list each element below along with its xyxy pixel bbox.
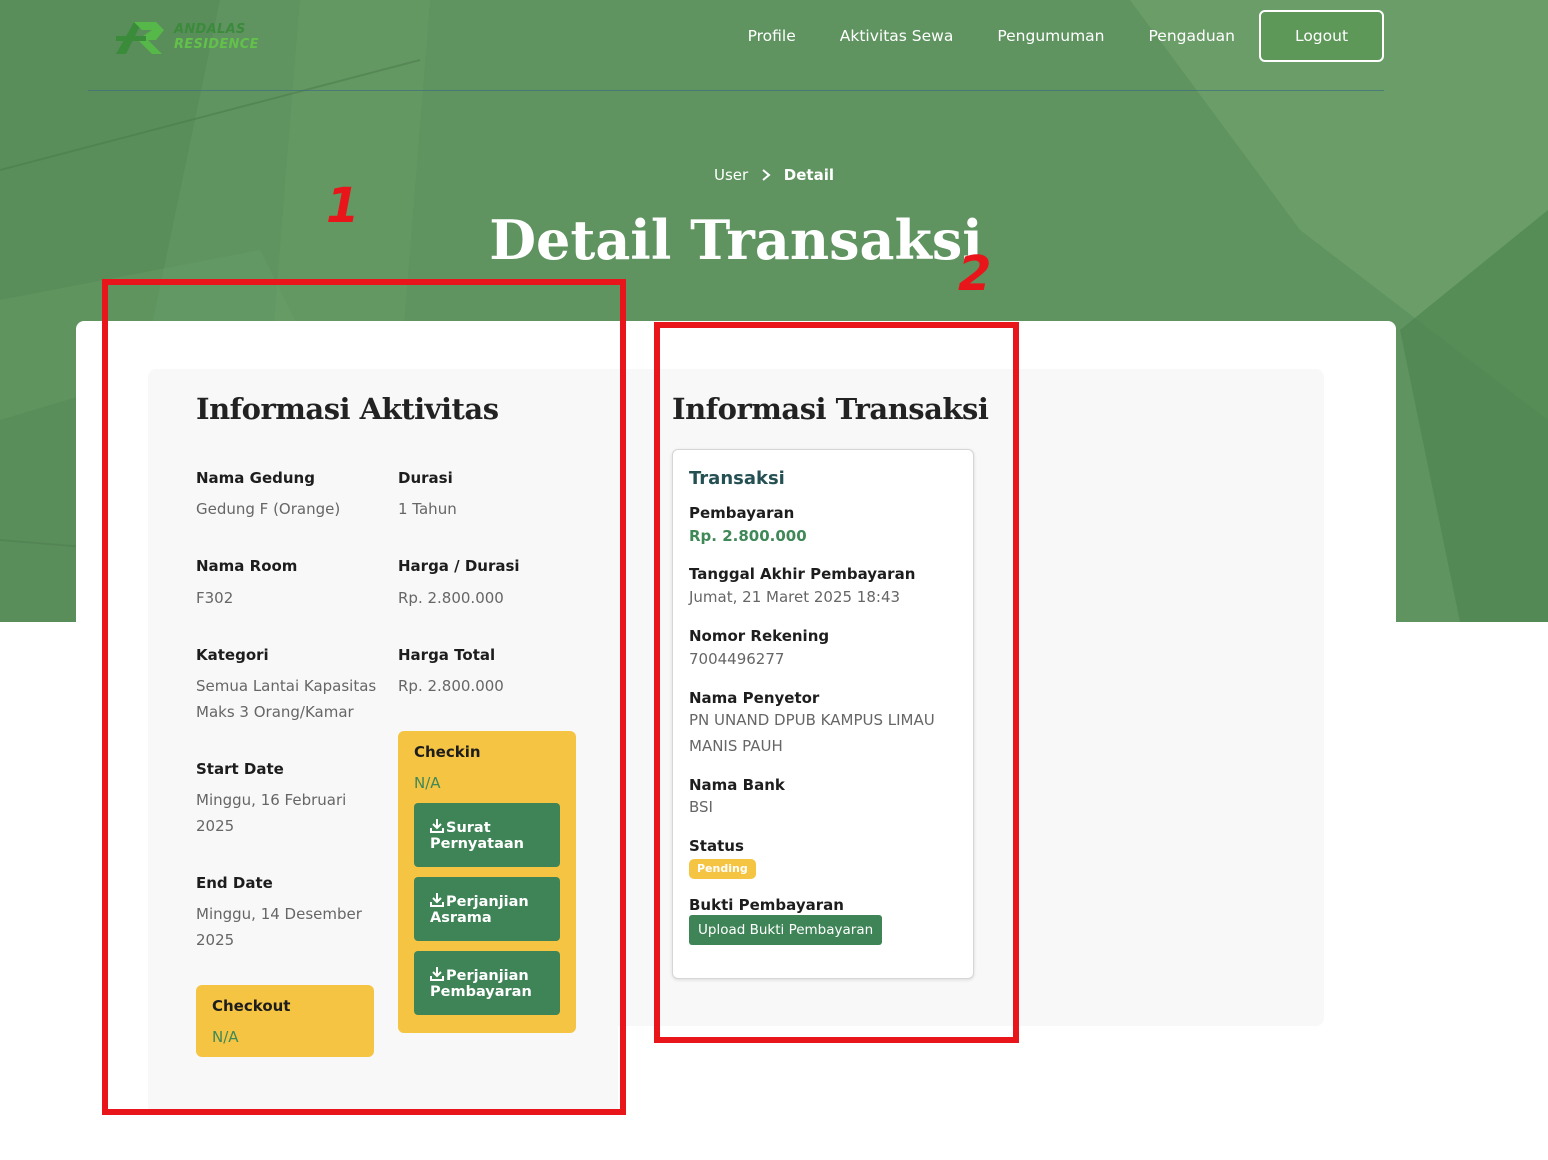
nav-profile[interactable]: Profile — [748, 27, 796, 45]
brand-name-line1: ANDALAS — [174, 22, 246, 37]
annotation-box-2 — [654, 322, 1019, 1043]
breadcrumb: User Detail — [0, 166, 1548, 184]
annotation-number-1: 1 — [326, 178, 360, 234]
annotation-number-2: 2 — [958, 246, 992, 302]
breadcrumb-user[interactable]: User — [714, 166, 748, 184]
nav-pengaduan[interactable]: Pengaduan — [1149, 27, 1235, 45]
annotation-box-1 — [102, 279, 626, 1115]
brand-logo[interactable]: ANDALAS RESIDENCE — [112, 16, 272, 58]
logo-icon — [116, 22, 164, 54]
breadcrumb-detail: Detail — [783, 166, 834, 184]
nav-aktivitas-sewa[interactable]: Aktivitas Sewa — [840, 27, 954, 45]
header-divider — [88, 90, 1384, 91]
main-nav: Profile Aktivitas Sewa Pengumuman Pengad… — [704, 10, 1384, 62]
logout-button[interactable]: Logout — [1259, 10, 1384, 62]
brand-name-line2: RESIDENCE — [174, 37, 259, 52]
chevron-right-icon — [761, 166, 771, 184]
nav-pengumuman[interactable]: Pengumuman — [997, 27, 1104, 45]
page-title: Detail Transaksi — [489, 208, 983, 272]
